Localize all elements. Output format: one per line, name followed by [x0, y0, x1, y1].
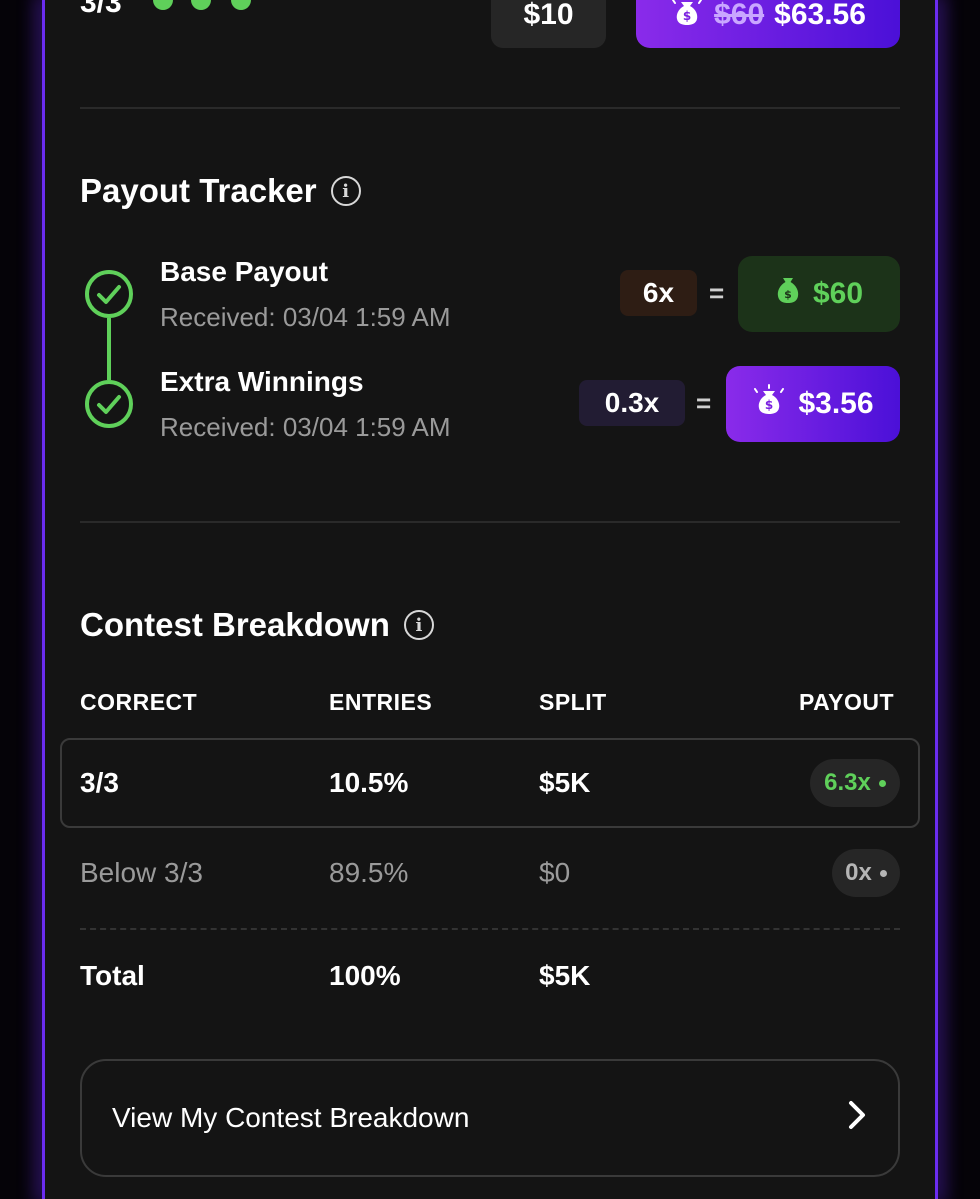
stake-amount: $10 [523, 0, 574, 31]
correct-pick-dot [191, 0, 211, 10]
extra-winnings-pill: $ $3.56 [726, 366, 900, 442]
cell-entries: 89.5% [329, 857, 409, 888]
step-received-time: Received: 03/04 1:59 AM [160, 412, 451, 442]
total-entries: 100% [329, 960, 401, 991]
entry-card: 3/3 $10 $ $60 $63.56 Payout Tracker i Ba… [45, 0, 935, 1199]
column-header-entries: ENTRIES [329, 689, 433, 715]
view-contest-breakdown-button[interactable]: View My Contest Breakdown [80, 1059, 900, 1177]
multiplier-value: 0.3x [604, 387, 660, 418]
divider [80, 521, 900, 523]
payout-multiplier-badge: 6.3x [810, 759, 900, 807]
payout-tracker-heading: Payout Tracker i [80, 172, 361, 210]
equals-sign: = [709, 278, 725, 308]
extra-winnings-amount: $3.56 [798, 387, 874, 420]
multiplier-value: 6x [642, 277, 675, 308]
payout-multiplier: 6.3x [824, 769, 871, 796]
button-label: View My Contest Breakdown [112, 1102, 470, 1133]
money-bag-icon: $ [775, 275, 801, 313]
cell-entries: 10.5% [329, 767, 409, 798]
base-payout-pill: $ $60 [738, 256, 900, 332]
status-dot [878, 779, 886, 787]
boosted-payout: $63.56 [774, 0, 866, 31]
timeline-connector [107, 318, 111, 380]
step-title: Base Payout [160, 256, 329, 287]
dashed-divider [80, 928, 900, 930]
stake-pill: $10 [491, 0, 606, 48]
equals-sign: = [696, 388, 712, 418]
contest-breakdown-heading: Contest Breakdown i [80, 606, 434, 644]
cell-correct: 3/3 [80, 767, 119, 798]
info-icon[interactable]: i [403, 610, 434, 640]
step-title: Extra Winnings [160, 366, 364, 397]
cell-correct: Below 3/3 [80, 857, 203, 888]
correct-pick-dot [231, 0, 251, 10]
payout-multiplier-badge: 0x [832, 849, 900, 897]
top-correct-count: 3/3 [80, 0, 122, 19]
screen: 3/3 $10 $ $60 $63.56 Payout Tracker i Ba… [0, 0, 980, 1199]
divider [80, 107, 900, 109]
column-header-payout: PAYOUT [799, 689, 895, 715]
column-header-split: SPLIT [539, 689, 607, 715]
original-payout: $60 [714, 0, 765, 31]
section-title: Contest Breakdown [80, 606, 390, 643]
total-label: Total [80, 960, 145, 991]
multiplier-badge: 6x [620, 270, 697, 316]
check-circle-icon [85, 270, 133, 318]
money-bag-sparkle-icon: $ [670, 0, 704, 36]
card-border-glow-right [935, 0, 938, 1199]
total-split: $5K [539, 960, 591, 991]
payout-multiplier: 0x [845, 859, 872, 886]
check-circle-icon [85, 380, 133, 428]
cell-split: $0 [539, 857, 571, 888]
table-row-highlighted[interactable] [60, 738, 920, 828]
svg-text:$: $ [765, 398, 773, 412]
chevron-right-icon [846, 1099, 868, 1138]
step-received-time: Received: 03/04 1:59 AM [160, 302, 451, 332]
cell-split: $5K [539, 767, 591, 798]
boosted-payout-pill: $ $60 $63.56 [636, 0, 900, 48]
section-title: Payout Tracker [80, 172, 317, 209]
svg-text:$: $ [784, 288, 792, 301]
money-bag-sparkle-icon: $ [752, 383, 786, 425]
correct-pick-dot [153, 0, 173, 10]
status-dot [879, 869, 887, 877]
column-header-correct: CORRECT [80, 689, 198, 715]
multiplier-badge: 0.3x [579, 380, 685, 426]
info-icon[interactable]: i [330, 176, 361, 206]
svg-text:$: $ [683, 9, 691, 23]
base-payout-amount: $60 [812, 277, 864, 310]
